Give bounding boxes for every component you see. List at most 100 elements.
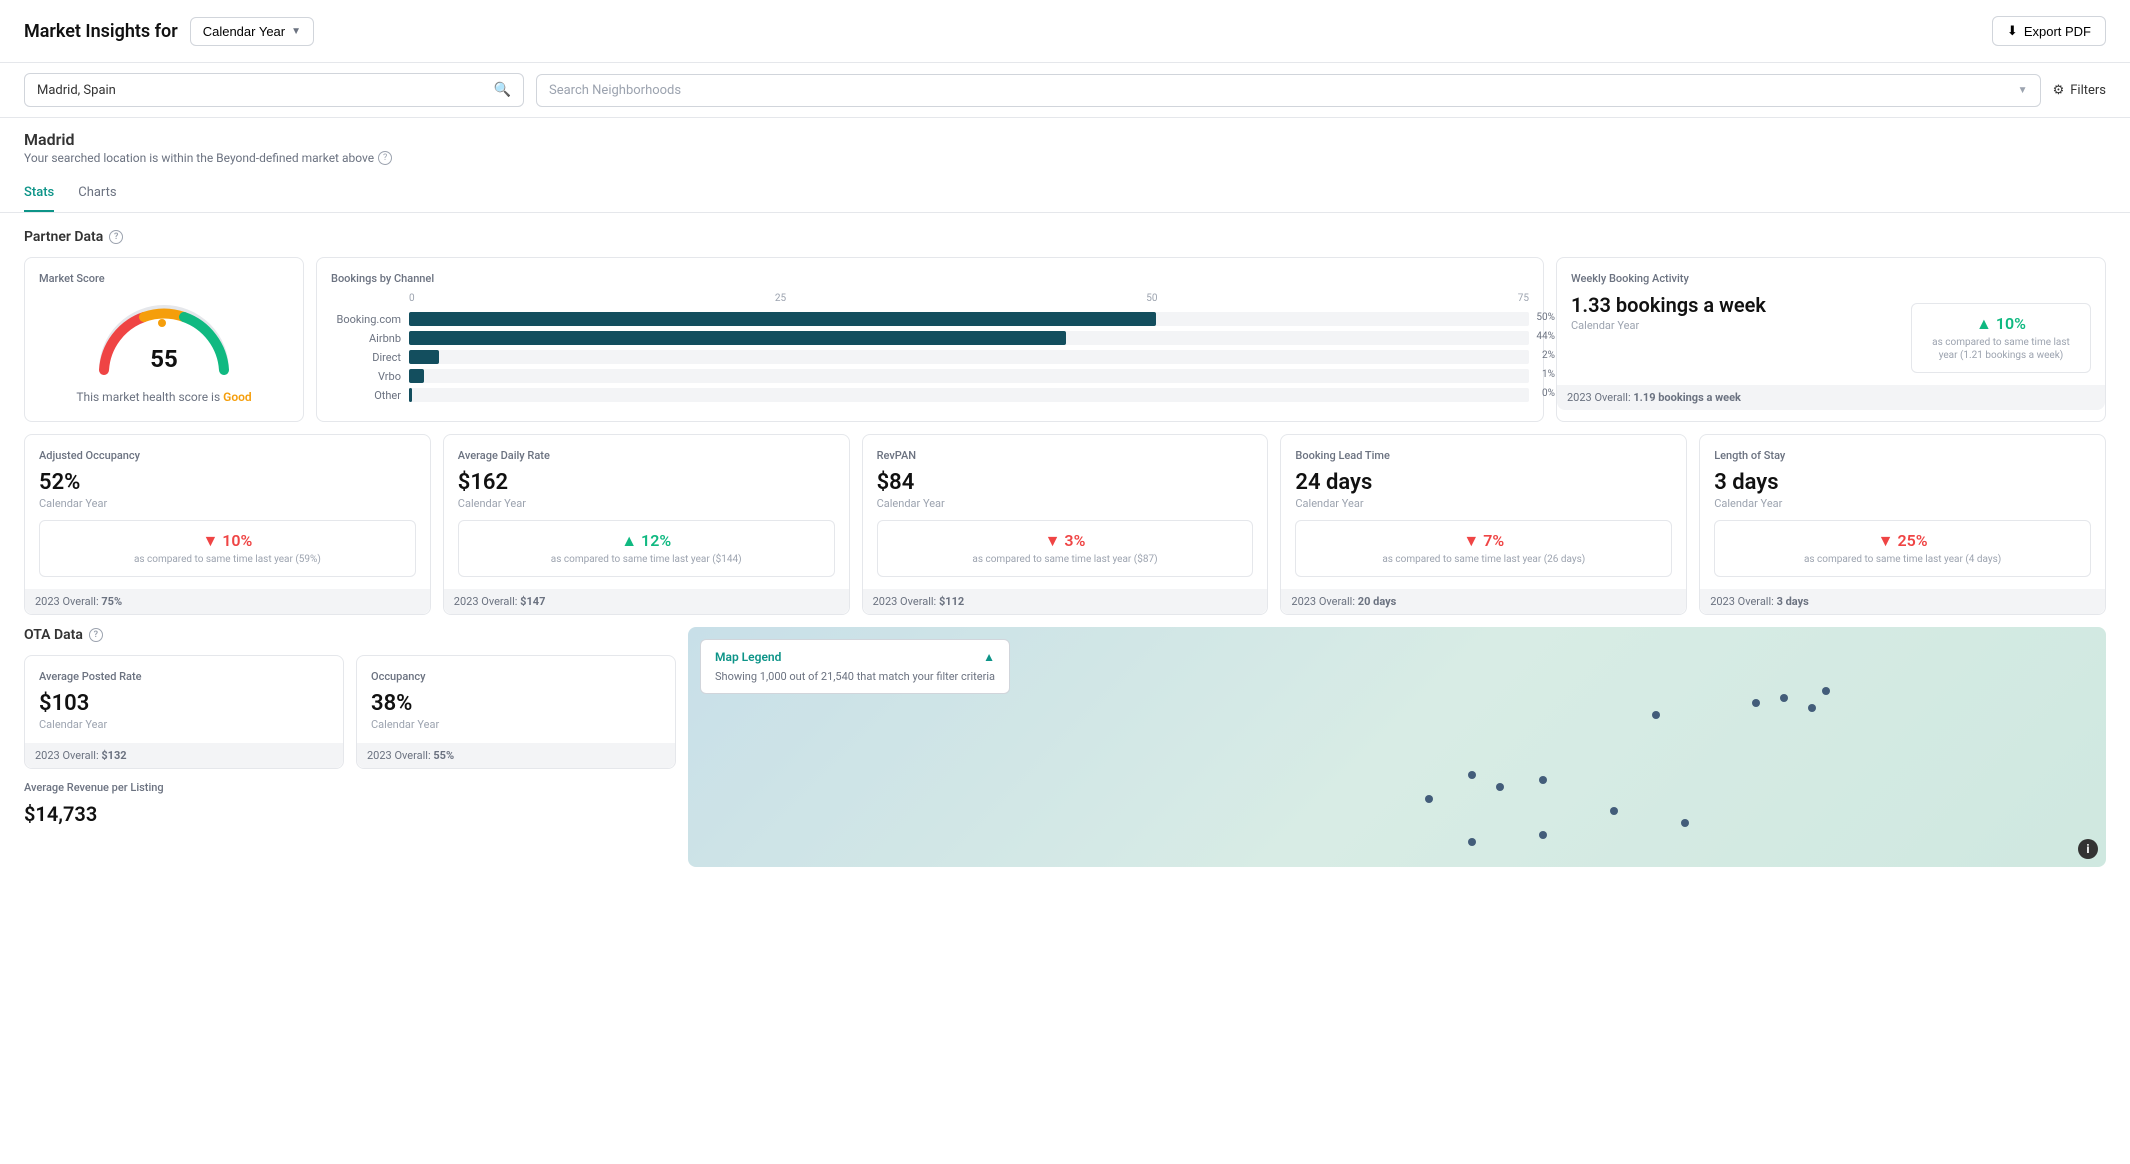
blt-title: Booking Lead Time [1295,449,1672,462]
adj-occ-overall: 2023 Overall: 75% [25,589,430,614]
header: Market Insights for Calendar Year ▼ ⬇ Ex… [0,0,2130,63]
market-score-title: Market Score [39,272,289,285]
bar-row-other: Other 0% [331,388,1529,402]
download-icon: ⬇ [2007,23,2018,39]
weekly-booking-overall: 2023 Overall: 1.19 bookings a week [1557,385,2105,410]
weekly-booking-compare: ▲ 10% as compared to same time last year… [1911,303,2091,373]
tab-charts[interactable]: Charts [78,175,116,212]
adjusted-occupancy-card: Adjusted Occupancy 52% Calendar Year ▼ 1… [24,434,431,615]
map-dot [1468,771,1476,779]
search-bar: Madrid, Spain 🔍 Search Neighborhoods ▼ ⚙… [0,63,2130,118]
calendar-year-dropdown[interactable]: Calendar Year ▼ [190,17,314,46]
map: Map Legend ▲ Showing 1,000 out of 21,540… [688,627,2106,867]
los-compare: ▼ 25% as compared to same time last year… [1714,520,2091,577]
avg-posted-rate-card: Average Posted Rate $103 Calendar Year 2… [24,655,344,769]
adr-compare-label: as compared to same time last year ($144… [473,553,820,566]
stats-row: Adjusted Occupancy 52% Calendar Year ▼ 1… [24,434,2106,615]
adj-occ-sub: Calendar Year [39,497,416,510]
ota-info-icon[interactable]: ? [89,628,103,642]
map-dot [1808,704,1816,712]
adj-occ-compare-label: as compared to same time last year (59%) [54,553,401,566]
los-sub: Calendar Year [1714,497,2091,510]
bottom-section: OTA Data ? Average Posted Rate $103 Cale… [24,627,2106,867]
map-dot [1822,687,1830,695]
svg-text:55: 55 [150,345,178,373]
ota-occ-value: 38% [371,691,661,716]
map-info-icon[interactable]: i [2078,839,2098,859]
los-compare-pct: ▼ 25% [1729,531,2076,551]
filters-button[interactable]: ⚙ Filters [2053,83,2106,98]
adr-sub: Calendar Year [458,497,835,510]
ota-occupancy-card: Occupancy 38% Calendar Year 2023 Overall… [356,655,676,769]
map-legend: Map Legend ▲ Showing 1,000 out of 21,540… [700,639,1010,694]
map-legend-title: Map Legend [715,650,781,664]
market-score-description: This market health score is Good [39,390,289,404]
ota-cards: Average Posted Rate $103 Calendar Year 2… [24,655,676,769]
ota-section: OTA Data ? Average Posted Rate $103 Cale… [24,627,676,867]
location-info: Madrid Your searched location is within … [0,118,2130,165]
revpan-compare: ▼ 3% as compared to same time last year … [877,520,1254,577]
apr-title: Average Posted Rate [39,670,329,683]
weekly-booking-title: Weekly Booking Activity [1571,272,2091,285]
apr-overall: 2023 Overall: $132 [25,743,343,768]
map-legend-text: Showing 1,000 out of 21,540 that match y… [715,670,995,683]
export-pdf-button[interactable]: ⬇ Export PDF [1992,16,2106,46]
revpan-sub: Calendar Year [877,497,1254,510]
bookings-by-channel-card: Bookings by Channel 0 25 50 75 Booking.c… [316,257,1544,422]
blt-value: 24 days [1295,470,1672,495]
page-title: Market Insights for [24,21,178,42]
avg-revenue-section: Average Revenue per Listing $14,733 [24,781,676,826]
weekly-booking-compare-pct: ▲ 10% [1926,314,2076,334]
revpan-card: RevPAN $84 Calendar Year ▼ 3% as compare… [862,434,1269,615]
revpan-compare-label: as compared to same time last year ($87) [892,553,1239,566]
adr-compare: ▲ 12% as compared to same time last year… [458,520,835,577]
blt-compare-pct: ▼ 7% [1310,531,1657,551]
apr-value: $103 [39,691,329,716]
length-of-stay-card: Length of Stay 3 days Calendar Year ▼ 25… [1699,434,2106,615]
avg-daily-rate-card: Average Daily Rate $162 Calendar Year ▲ … [443,434,850,615]
adj-occ-value: 52% [39,470,416,495]
filters-label: Filters [2070,83,2106,98]
info-icon[interactable]: ? [378,151,392,165]
map-dot [1539,831,1547,839]
los-value: 3 days [1714,470,2091,495]
location-name: Madrid [24,130,2106,149]
partner-data-info-icon[interactable]: ? [109,230,123,244]
location-sub: Your searched location is within the Bey… [24,151,2106,165]
neighborhoods-placeholder: Search Neighborhoods [549,83,681,98]
neighborhoods-search[interactable]: Search Neighborhoods ▼ [536,74,2041,107]
main-content: Partner Data ? Market Score [0,213,2130,883]
revpan-title: RevPAN [877,449,1254,462]
apr-sub: Calendar Year [39,718,329,731]
map-dot [1468,838,1476,846]
los-title: Length of Stay [1714,449,2091,462]
chevron-up-icon[interactable]: ▲ [983,650,995,664]
chevron-down-icon: ▼ [291,26,301,37]
weekly-booking-sub: Calendar Year [1571,319,1899,332]
booking-lead-time-card: Booking Lead Time 24 days Calendar Year … [1280,434,1687,615]
ota-occ-title: Occupancy [371,670,661,683]
blt-compare: ▼ 7% as compared to same time last year … [1295,520,1672,577]
map-legend-header: Map Legend ▲ [715,650,995,664]
los-overall: 2023 Overall: 3 days [1700,589,2105,614]
weekly-booking-value: 1.33 bookings a week [1571,293,1899,317]
top-cards-row: Market Score 55 [24,257,2106,422]
location-search[interactable]: Madrid, Spain 🔍 [24,73,524,107]
partner-data-label: Partner Data [24,229,103,245]
adj-occ-title: Adjusted Occupancy [39,449,416,462]
map-dot [1652,711,1660,719]
tab-stats[interactable]: Stats [24,175,54,212]
map-dot [1610,807,1618,815]
revpan-compare-pct: ▼ 3% [892,531,1239,551]
map-dot [1496,783,1504,791]
search-icon: 🔍 [494,82,511,98]
adr-compare-pct: ▲ 12% [473,531,820,551]
map-dot [1539,776,1547,784]
partner-data-header: Partner Data ? [24,229,2106,245]
blt-overall: 2023 Overall: 20 days [1281,589,1686,614]
tabs: Stats Charts [0,175,2130,213]
ota-occ-overall: 2023 Overall: 55% [357,743,675,768]
market-score-card: Market Score 55 [24,257,304,422]
bar-axis: 0 25 50 75 [331,293,1529,304]
market-score-rating: Good [223,390,252,404]
